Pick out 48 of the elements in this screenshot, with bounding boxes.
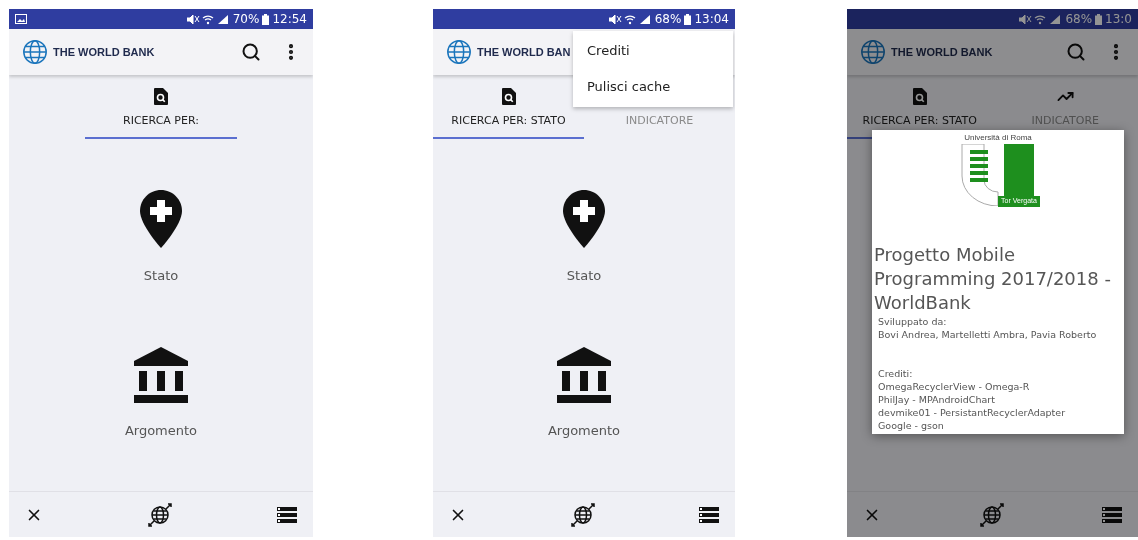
credit-line: Google - gson [878,418,945,432]
developers-text: Bovi Andrea, Martelletti Ambra, Pavia Roberto [878,327,1098,341]
globe-logo-icon [21,38,49,66]
battery-percentage: 70% [232,11,260,28]
globe-logo-icon [445,38,473,66]
status-time: 12:54 [272,11,307,28]
app-title: THE WORLD BAN [477,44,571,60]
app-title: THE WORLD BANK [891,44,993,60]
dialog-title: Progetto Mobile Programming 2017/2018 - WorldBank [873,242,1112,315]
globe-arrows-icon[interactable] [978,501,1005,528]
status-icons [608,13,651,25]
image-notification-icon [15,14,27,24]
credit-line: devmike01 - PersistantRecyclerAdapter [878,405,1067,419]
document-search-icon [501,87,516,105]
battery-icon [684,13,692,25]
dialog-label: Crediti: [878,366,914,380]
option-label[interactable]: Argomento [124,420,198,441]
battery-percentage: 68% [1065,11,1093,28]
status-time: 13:0 [1105,11,1132,28]
map-pin-plus-icon [563,189,605,248]
search-icon[interactable] [241,42,261,62]
globe-arrows-icon[interactable] [147,501,173,528]
option-label[interactable]: Stato [143,265,179,286]
option-label[interactable]: Stato [566,265,602,286]
battery-icon [1095,13,1103,25]
list-icon[interactable] [1102,506,1122,523]
menu-item[interactable]: Crediti [573,33,733,69]
list-icon[interactable] [699,506,719,523]
institution-icon [134,346,188,403]
credit-line: OmegaRecyclerView - Omega-R [878,379,1031,393]
document-search-icon [154,87,168,105]
option-label[interactable]: Argomento [547,420,621,441]
map-pin-plus-icon [140,189,182,248]
battery-percentage: 68% [654,11,682,28]
battery-icon [262,13,270,25]
list-icon[interactable] [277,506,297,523]
institution-icon [557,346,611,403]
tab[interactable]: RICERCA PER: [85,75,237,139]
app-title: THE WORLD BANK [53,44,155,60]
status-icons [186,13,229,25]
search-icon[interactable] [1066,42,1086,62]
status-time: 13:04 [694,11,729,28]
document-search-icon [912,87,927,105]
credit-line: PhilJay - MPAndroidChart [878,392,996,406]
globe-arrows-icon[interactable] [570,501,596,528]
status-icons [1019,13,1062,25]
globe-logo-icon [859,38,887,66]
dialog-label: Sviluppato da: [878,314,948,328]
